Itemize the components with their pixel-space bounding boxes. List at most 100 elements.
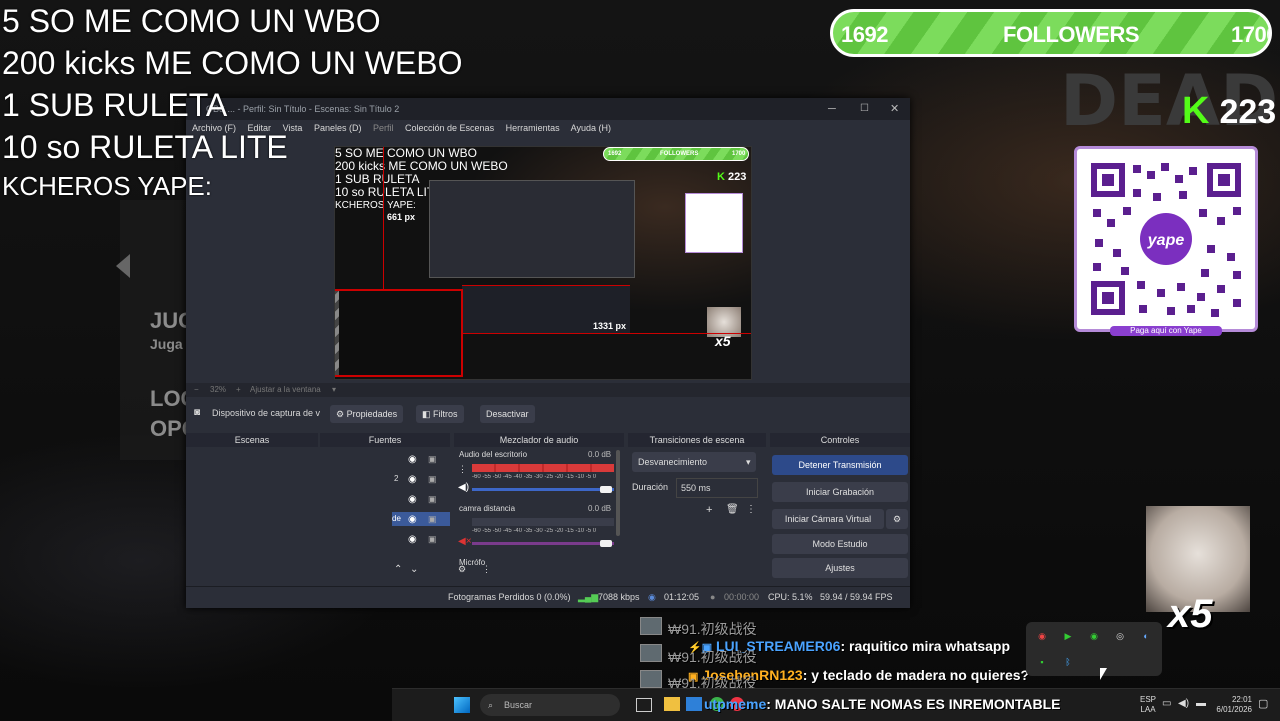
properties-button[interactable]: ⚙ Propiedades <box>330 405 404 423</box>
size-label: 1331 px <box>593 321 627 331</box>
audio-mixer-dock: Audio del escritorio 0.0 dB -60 -55 -50 … <box>454 448 624 582</box>
overlay-line: 5 SO ME COMO UN WBO <box>2 3 381 39</box>
lock-icon[interactable]: ▣ <box>428 514 437 525</box>
input-language[interactable]: ESP LAA <box>1140 695 1156 715</box>
kebab-icon[interactable]: ⋮ <box>458 464 467 475</box>
whatsapp-icon[interactable]: ◉ <box>1088 630 1100 642</box>
chevron-down-icon[interactable]: ▾ <box>332 383 336 397</box>
obs-icon[interactable]: ◎ <box>1114 630 1126 642</box>
start-recording-button[interactable]: Iniciar Grabación <box>772 482 908 502</box>
bg-ghost-text: Juga <box>150 336 183 352</box>
fps: 59.94 / 59.94 FPS <box>820 592 893 602</box>
zoom-out-icon[interactable]: − <box>194 383 199 397</box>
dock-title: Mezclador de audio <box>499 435 579 445</box>
chevron-up-icon[interactable]: ⌃ <box>394 564 402 575</box>
lock-icon[interactable]: ▣ <box>428 454 437 465</box>
add-icon[interactable]: + <box>706 504 712 516</box>
lock-icon[interactable]: ▣ <box>428 494 437 505</box>
chat-ghost-line: ₩91.初级战役 <box>668 649 757 665</box>
notification-icon[interactable]: ▢ <box>1258 697 1268 710</box>
battery-icon[interactable]: ▬ <box>1196 698 1206 709</box>
guide-line <box>462 333 751 334</box>
source-row-selected[interactable]: de <box>392 512 450 526</box>
followers-goal: 1700 <box>1231 22 1269 47</box>
discord-icon[interactable]: ◉ <box>1036 630 1048 642</box>
mixer-channel: camra distancia 0.0 dB -60 -55 -50 -45 -… <box>454 502 616 554</box>
app-tray-icon[interactable]: ▪ <box>1036 656 1048 668</box>
maximize-icon[interactable]: ☐ <box>860 98 869 120</box>
selected-source-bbox[interactable] <box>335 289 463 377</box>
preview-followers-goal: 1700 <box>732 151 746 157</box>
zoom-bar: − 32% + Ajustar a la ventana ▾ <box>186 383 910 397</box>
chat-avatar <box>640 670 662 688</box>
kebab-icon[interactable]: ⋮ <box>482 564 491 575</box>
filters-button[interactable]: ◧ Filtros <box>416 405 464 423</box>
volume-icon[interactable]: ◀) <box>1178 698 1189 709</box>
kick-count: 223 <box>1219 93 1277 131</box>
transition-select[interactable]: Desvanecimiento ▾ <box>632 452 756 472</box>
eye-icon[interactable]: ◉ <box>408 534 417 545</box>
mixer-channel: Audio del escritorio 0.0 dB -60 -55 -50 … <box>454 448 616 500</box>
hatched-fill <box>335 291 339 375</box>
steam-icon[interactable]: ◐ <box>1140 630 1152 642</box>
lock-icon[interactable]: ▣ <box>428 534 437 545</box>
file-explorer-icon[interactable] <box>664 697 680 711</box>
menu-herramientas[interactable]: Herramientas <box>506 123 560 133</box>
cpu-usage: CPU: 5.1% <box>768 592 813 602</box>
filters-label: Filtros <box>433 409 458 419</box>
studio-mode-button[interactable]: Modo Estudio <box>772 534 908 554</box>
network-icon[interactable]: ▭ <box>1162 698 1171 709</box>
scrollbar[interactable] <box>616 450 620 536</box>
virtualcam-settings-icon[interactable]: ⚙ <box>886 509 908 529</box>
eye-icon[interactable]: ◉ <box>408 454 417 465</box>
followers-current: 1692 <box>841 22 888 47</box>
chevron-left-icon <box>116 254 130 278</box>
deactivate-button[interactable]: Desactivar <box>480 405 535 423</box>
zoom-level: 32% <box>210 385 227 394</box>
bluetooth-icon[interactable]: ᛒ <box>1062 656 1074 668</box>
duration-input[interactable]: 550 ms <box>676 478 758 498</box>
eye-icon[interactable]: ◉ <box>408 474 417 485</box>
muted-speaker-icon[interactable]: ◀× <box>458 536 472 547</box>
minimize-icon[interactable]: ─ <box>828 98 836 120</box>
volume-slider[interactable] <box>472 488 614 491</box>
transition-type: Desvanecimiento <box>638 457 708 467</box>
play-icon[interactable]: ▶ <box>1062 630 1074 642</box>
multiplier-badge: x5 <box>1168 592 1213 636</box>
close-icon[interactable]: ✕ <box>890 98 899 120</box>
eye-icon[interactable]: ◉ <box>408 494 417 505</box>
lock-icon[interactable]: ▣ <box>428 474 437 485</box>
volume-slider[interactable] <box>472 542 614 545</box>
volume-knob[interactable] <box>600 486 612 493</box>
selected-source-name: Dispositivo de captura de v <box>212 408 321 418</box>
obs-status-bar: Fotogramas Perdidos 0 (0.0%) ▂▄▆ 7088 kb… <box>186 586 910 607</box>
preview-kick-count: 223 <box>728 171 747 183</box>
overlay-line: 10 so RULETA LITE <box>2 129 288 165</box>
mixer-channel: Micrófo <box>454 556 616 576</box>
clock-date: 6/01/2026 <box>1216 705 1252 714</box>
chevron-down-icon[interactable]: ⌄ <box>410 564 418 575</box>
zoom-in-icon[interactable]: + <box>236 383 241 397</box>
trash-icon[interactable]: 🗑 <box>726 504 739 515</box>
taskbar-clock[interactable]: 22:01 6/01/2026 <box>1212 695 1252 715</box>
mixer-settings-icon[interactable]: ⚙ <box>458 564 466 575</box>
windows-start-icon[interactable] <box>454 697 470 713</box>
eye-icon[interactable]: ◉ <box>408 514 417 525</box>
app-icon[interactable] <box>686 697 702 711</box>
filter-icon: ◧ <box>422 409 431 419</box>
chat-message: utpmeme: MANO SALTE NOMAS ES INREMONTABL… <box>704 696 1061 712</box>
volume-knob[interactable] <box>600 540 612 547</box>
speaker-icon[interactable]: ◀) <box>458 482 469 493</box>
level-meter <box>472 464 614 472</box>
stop-streaming-button[interactable]: Detener Transmisión <box>772 455 908 475</box>
qr-caption: Paga aquí con Yape <box>1110 326 1222 336</box>
start-virtualcam-button[interactable]: Iniciar Cámara Virtual <box>772 509 884 529</box>
taskbar-search[interactable]: ⌕ Buscar <box>480 694 620 716</box>
transitions-dock: Desvanecimiento ▾ Duración 550 ms + 🗑 ⋮ <box>628 448 766 582</box>
task-view-icon[interactable] <box>636 698 652 712</box>
meter-scale: -60 -55 -50 -45 -40 -35 -30 -25 -20 -15 … <box>472 474 597 480</box>
zoom-fit-select[interactable]: Ajustar a la ventana <box>250 383 321 397</box>
menu-ayuda[interactable]: Ayuda (H) <box>571 123 611 133</box>
kebab-icon[interactable]: ⋮ <box>746 504 756 515</box>
settings-button[interactable]: Ajustes <box>772 558 908 578</box>
